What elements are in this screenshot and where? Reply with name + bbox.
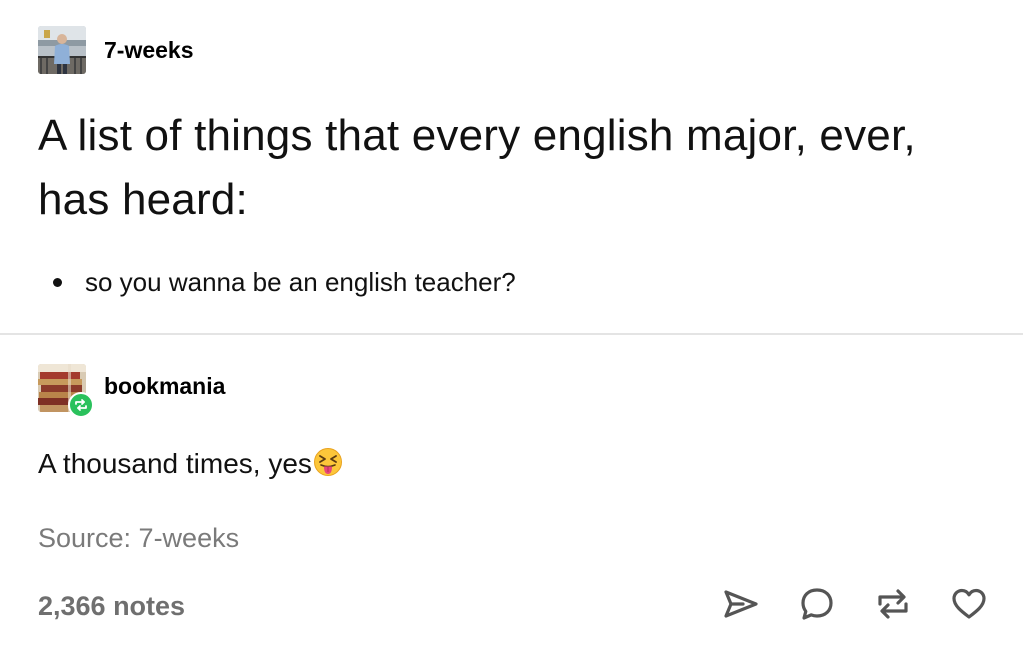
bullet-dot (53, 278, 62, 287)
avatar[interactable] (38, 364, 94, 418)
share-button[interactable] (717, 580, 765, 628)
reblog-icon (878, 589, 908, 619)
post-actions (689, 580, 993, 628)
reblog-badge (68, 392, 94, 418)
reblog-header: bookmania (38, 364, 225, 418)
reblog-comment: A thousand times, yes (38, 444, 343, 484)
source-link[interactable]: Source: 7-weeks (38, 518, 239, 558)
reply-button[interactable] (793, 580, 841, 628)
list-item: so you wanna be an english teacher? (38, 262, 516, 302)
reblog-badge-icon (75, 399, 87, 411)
divider (0, 333, 1023, 335)
like-button[interactable] (945, 580, 993, 628)
reblogger-username[interactable]: bookmania (104, 373, 225, 400)
reblog-comment-text: A thousand times, yes (38, 448, 312, 479)
paper-plane-icon (724, 590, 758, 618)
avatar-photo (38, 26, 86, 74)
heart-icon (952, 588, 986, 619)
avatar[interactable] (38, 26, 86, 74)
reblog-button[interactable] (869, 580, 917, 628)
original-post-header: 7-weeks (38, 26, 194, 74)
list-item-text: so you wanna be an english teacher? (85, 267, 516, 297)
speech-bubble-icon (801, 588, 833, 620)
squinting-face-with-tongue-icon (313, 447, 343, 477)
post-card: 7-weeks A list of things that every engl… (0, 0, 1023, 650)
notes-count[interactable]: 2,366 notes (38, 586, 185, 626)
bullet-list: so you wanna be an english teacher? (38, 262, 516, 302)
username[interactable]: 7-weeks (104, 37, 194, 64)
post-title: A list of things that every english majo… (38, 111, 916, 224)
